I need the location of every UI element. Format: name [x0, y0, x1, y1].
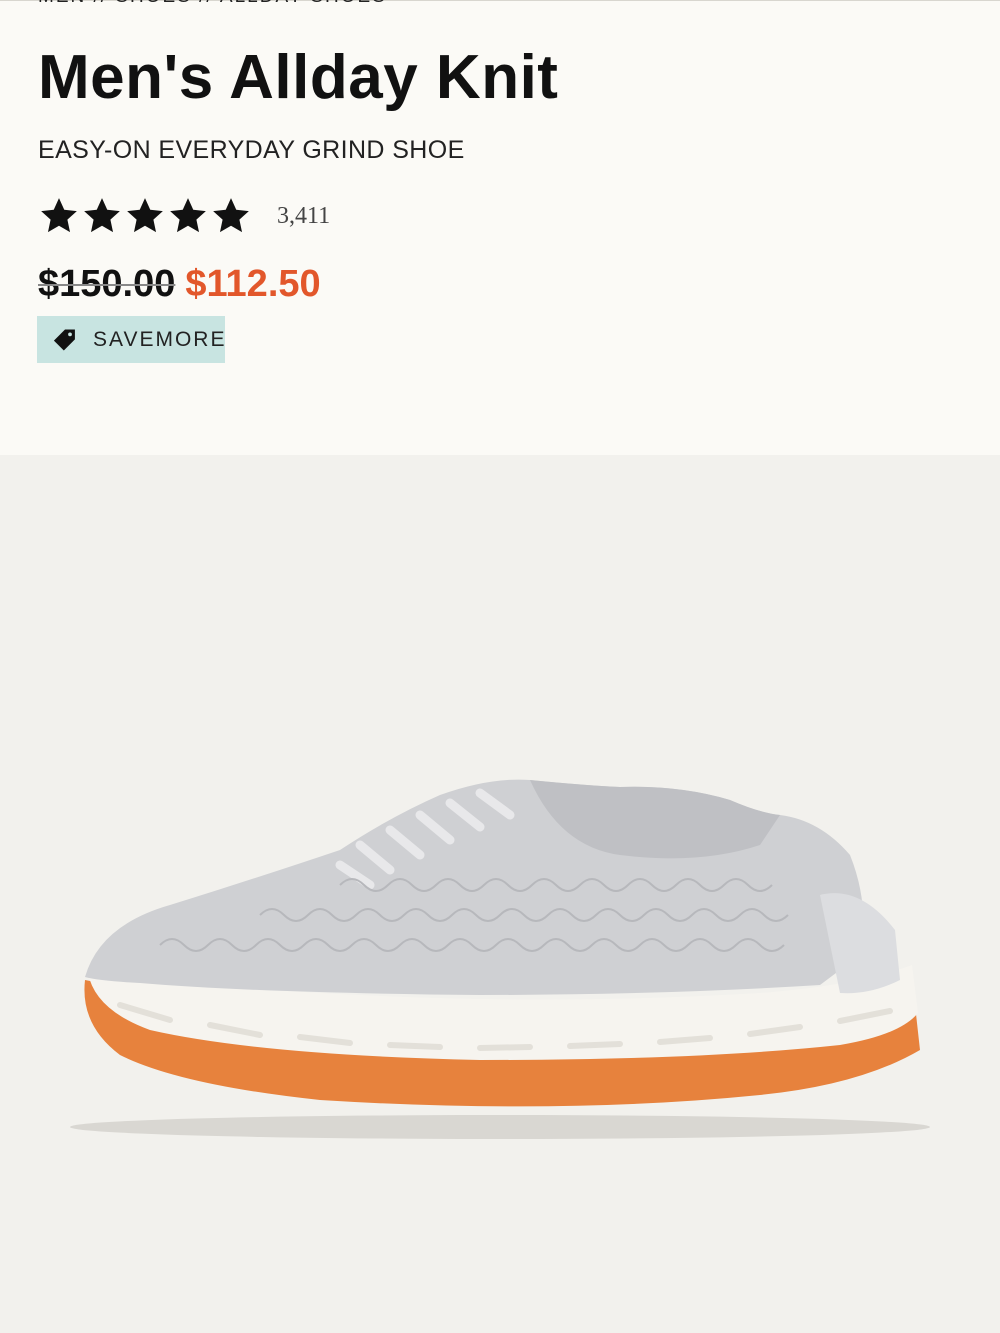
- star-icon: [167, 195, 209, 237]
- review-count[interactable]: 3,411: [277, 203, 330, 230]
- product-image: [60, 755, 940, 1155]
- star-icon: [210, 195, 252, 237]
- star-icon: [38, 195, 80, 237]
- star-icon: [124, 195, 166, 237]
- star-icon: [81, 195, 123, 237]
- original-price: $150.00: [38, 263, 176, 305]
- rating[interactable]: 3,411: [38, 195, 330, 237]
- product-subtitle: EASY-ON EVERYDAY GRIND SHOE: [38, 136, 465, 164]
- product-image-panel[interactable]: [0, 455, 1000, 1333]
- price-tag-icon: [51, 326, 79, 354]
- sale-price: $112.50: [185, 263, 321, 305]
- promo-badge[interactable]: SAVEMORE: [37, 316, 225, 363]
- product-title: Men's Allday Knit: [38, 43, 559, 112]
- breadcrumb[interactable]: MEN // SHOES // ALLDAY SHOES: [38, 0, 387, 10]
- price-row: $150.00 $112.50: [38, 263, 321, 306]
- promo-code-label: SAVEMORE: [93, 327, 227, 351]
- rating-stars: [38, 195, 253, 237]
